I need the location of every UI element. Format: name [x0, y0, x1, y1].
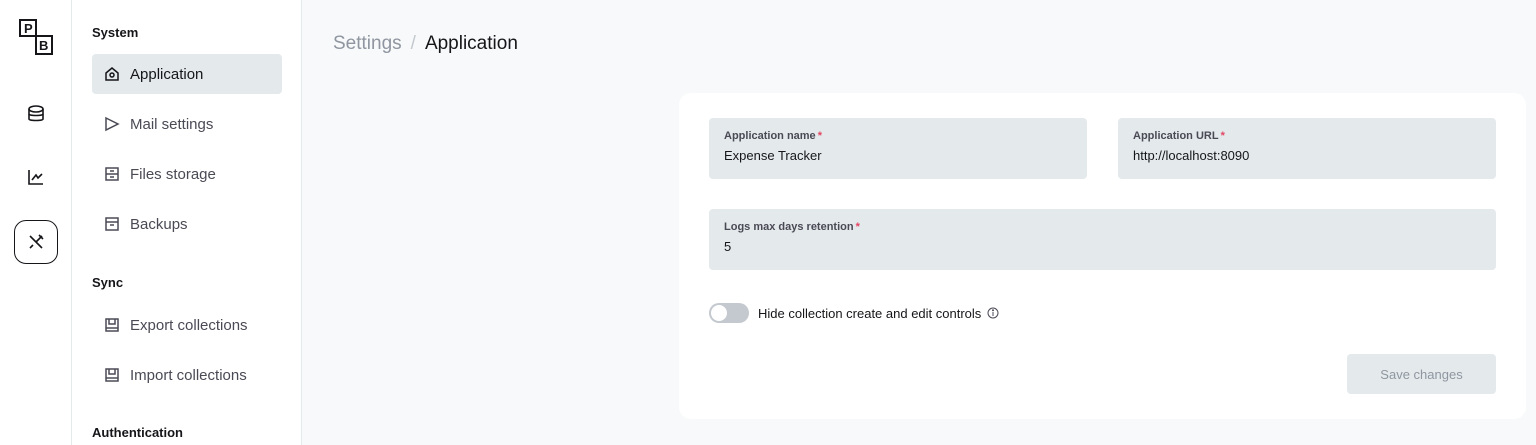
- sidebar-item-label: Application: [130, 65, 204, 83]
- sidebar-item-label: Export collections: [130, 316, 248, 334]
- app-name-field[interactable]: Application name *: [709, 118, 1087, 179]
- logs-retention-field[interactable]: Logs max days retention *: [709, 209, 1496, 270]
- icon-rail: P B: [0, 0, 72, 445]
- hide-controls-label[interactable]: Hide collection create and edit controls: [758, 306, 981, 321]
- settings-sidebar: System Application Mail settings Files s…: [72, 0, 302, 445]
- tools-icon: [29, 234, 44, 249]
- app-url-field[interactable]: Application URL *: [1118, 118, 1496, 179]
- sidebar-item-export-collections[interactable]: Export collections: [92, 305, 282, 345]
- archive-icon: [105, 217, 119, 231]
- toggle-knob: [711, 305, 727, 321]
- sidebar-item-label: Import collections: [130, 366, 247, 384]
- import-icon: [105, 368, 119, 382]
- app-name-label: Application name *: [724, 130, 822, 142]
- sidebar-item-label: Backups: [130, 215, 188, 233]
- export-icon: [105, 318, 119, 332]
- application-settings-panel: Application name* Application URL* Logs …: [679, 93, 1526, 419]
- app-url-input[interactable]: [1133, 148, 1481, 163]
- save-changes-button[interactable]: Save changes: [1347, 354, 1496, 394]
- section-title-authentication: Authentication: [92, 425, 183, 440]
- required-mark: *: [855, 221, 860, 233]
- app-url-label: Application URL *: [1133, 130, 1225, 142]
- pocketbase-logo[interactable]: P B: [18, 18, 54, 56]
- logo-letter-p: P: [24, 21, 33, 36]
- required-mark: *: [1220, 130, 1225, 142]
- logo-letter-b: B: [39, 38, 48, 53]
- hide-controls-row: Hide collection create and edit controls: [709, 303, 999, 323]
- database-icon: [28, 105, 44, 122]
- chart-line-icon: [28, 170, 43, 185]
- logs-retention-label: Logs max days retention *: [724, 221, 860, 233]
- sidebar-item-application[interactable]: Application: [92, 54, 282, 94]
- breadcrumb-separator: /: [410, 33, 416, 54]
- hide-controls-toggle[interactable]: [709, 303, 749, 323]
- collections-nav-button[interactable]: [14, 92, 58, 136]
- logs-retention-input[interactable]: [724, 239, 1481, 254]
- sidebar-item-files-storage[interactable]: Files storage: [92, 154, 282, 194]
- sidebar-item-mail-settings[interactable]: Mail settings: [92, 104, 282, 144]
- logs-nav-button[interactable]: [14, 155, 58, 199]
- breadcrumb-parent[interactable]: Settings: [333, 33, 402, 54]
- sidebar-item-label: Files storage: [130, 165, 216, 183]
- sidebar-item-backups[interactable]: Backups: [92, 204, 282, 244]
- breadcrumb-current: Application: [424, 33, 518, 54]
- section-title-sync: Sync: [92, 275, 124, 290]
- required-mark: *: [817, 130, 822, 142]
- sidebar-item-import-collections[interactable]: Import collections: [92, 355, 282, 395]
- home-icon: [105, 67, 119, 81]
- section-title-system: System: [92, 25, 139, 40]
- breadcrumb: Settings / Application: [333, 33, 518, 55]
- send-icon: [105, 116, 120, 132]
- storage-icon: [105, 167, 119, 181]
- sidebar-item-label: Mail settings: [130, 115, 214, 133]
- settings-nav-button[interactable]: [14, 220, 58, 264]
- app-name-input[interactable]: [724, 148, 1072, 163]
- info-icon[interactable]: [987, 307, 999, 319]
